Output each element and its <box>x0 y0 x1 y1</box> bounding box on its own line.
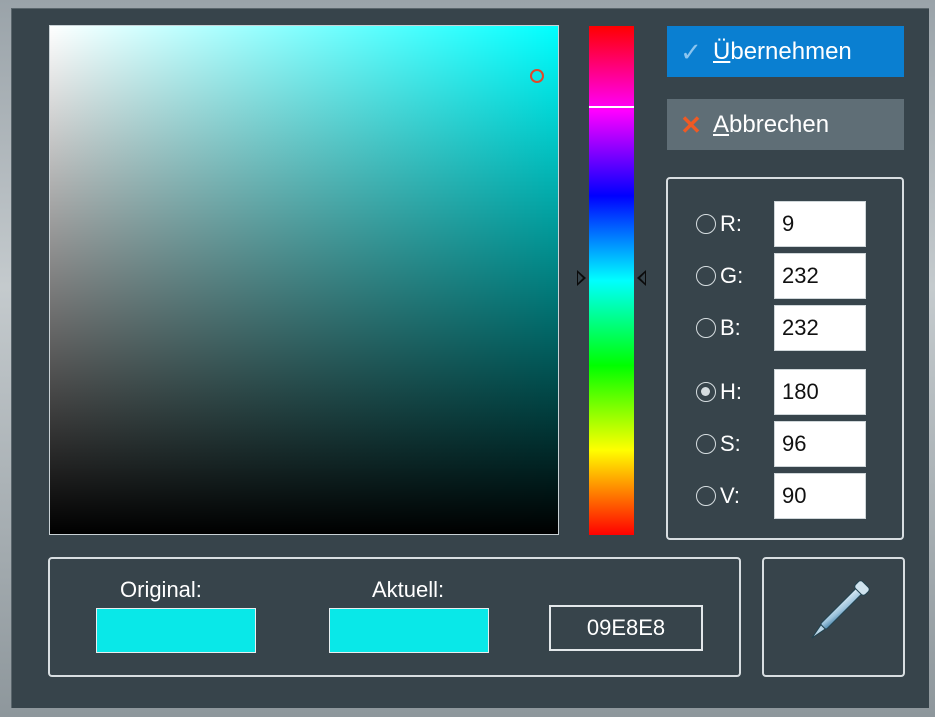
hue-marker-line <box>589 106 634 108</box>
current-swatch <box>329 608 489 653</box>
channel-input-b[interactable] <box>774 305 866 351</box>
hue-handle-left-icon[interactable] <box>577 270 586 286</box>
original-swatch[interactable] <box>96 608 256 653</box>
channel-label-s: S: <box>720 431 741 456</box>
channel-row-r: R: <box>696 201 866 247</box>
radio-h[interactable] <box>696 382 716 402</box>
hue-slider[interactable] <box>589 26 634 535</box>
channel-label-r: R: <box>720 211 742 236</box>
cancel-button-label: Abbrechen <box>713 110 830 138</box>
channel-input-v[interactable] <box>774 473 866 519</box>
saturation-value-cursor[interactable] <box>530 69 544 83</box>
channel-row-v: V: <box>696 473 866 519</box>
channel-input-h[interactable] <box>774 369 866 415</box>
cross-icon: ✕ <box>680 109 702 140</box>
channel-label-h: H: <box>720 379 742 404</box>
radio-g[interactable] <box>696 266 716 286</box>
channel-label-v: V: <box>720 483 740 508</box>
channel-input-s[interactable] <box>774 421 866 467</box>
hue-handle-right-icon[interactable] <box>637 270 646 286</box>
channel-row-b: B: <box>696 305 866 351</box>
channel-row-g: G: <box>696 253 866 299</box>
hex-value[interactable]: 09E8E8 <box>549 605 703 651</box>
channel-input-r[interactable] <box>774 201 866 247</box>
radio-r[interactable] <box>696 214 716 234</box>
original-label: Original: <box>120 577 202 602</box>
eyedropper-button[interactable] <box>762 557 905 677</box>
cancel-button[interactable]: ✕ Abbrechen <box>667 99 904 150</box>
radio-s[interactable] <box>696 434 716 454</box>
channel-input-g[interactable] <box>774 253 866 299</box>
channel-row-h: H: <box>696 369 866 415</box>
radio-v[interactable] <box>696 486 716 506</box>
radio-b[interactable] <box>696 318 716 338</box>
channel-row-s: S: <box>696 421 866 467</box>
channel-label-b: B: <box>720 315 741 340</box>
apply-button[interactable]: ✓ Übernehmen <box>667 26 904 77</box>
saturation-value-field[interactable] <box>49 25 559 535</box>
current-label: Aktuell: <box>372 577 445 602</box>
channel-label-g: G: <box>720 263 744 288</box>
apply-button-label: Übernehmen <box>713 37 852 65</box>
eyedropper-icon <box>811 580 870 639</box>
checkmark-icon: ✓ <box>680 36 702 67</box>
